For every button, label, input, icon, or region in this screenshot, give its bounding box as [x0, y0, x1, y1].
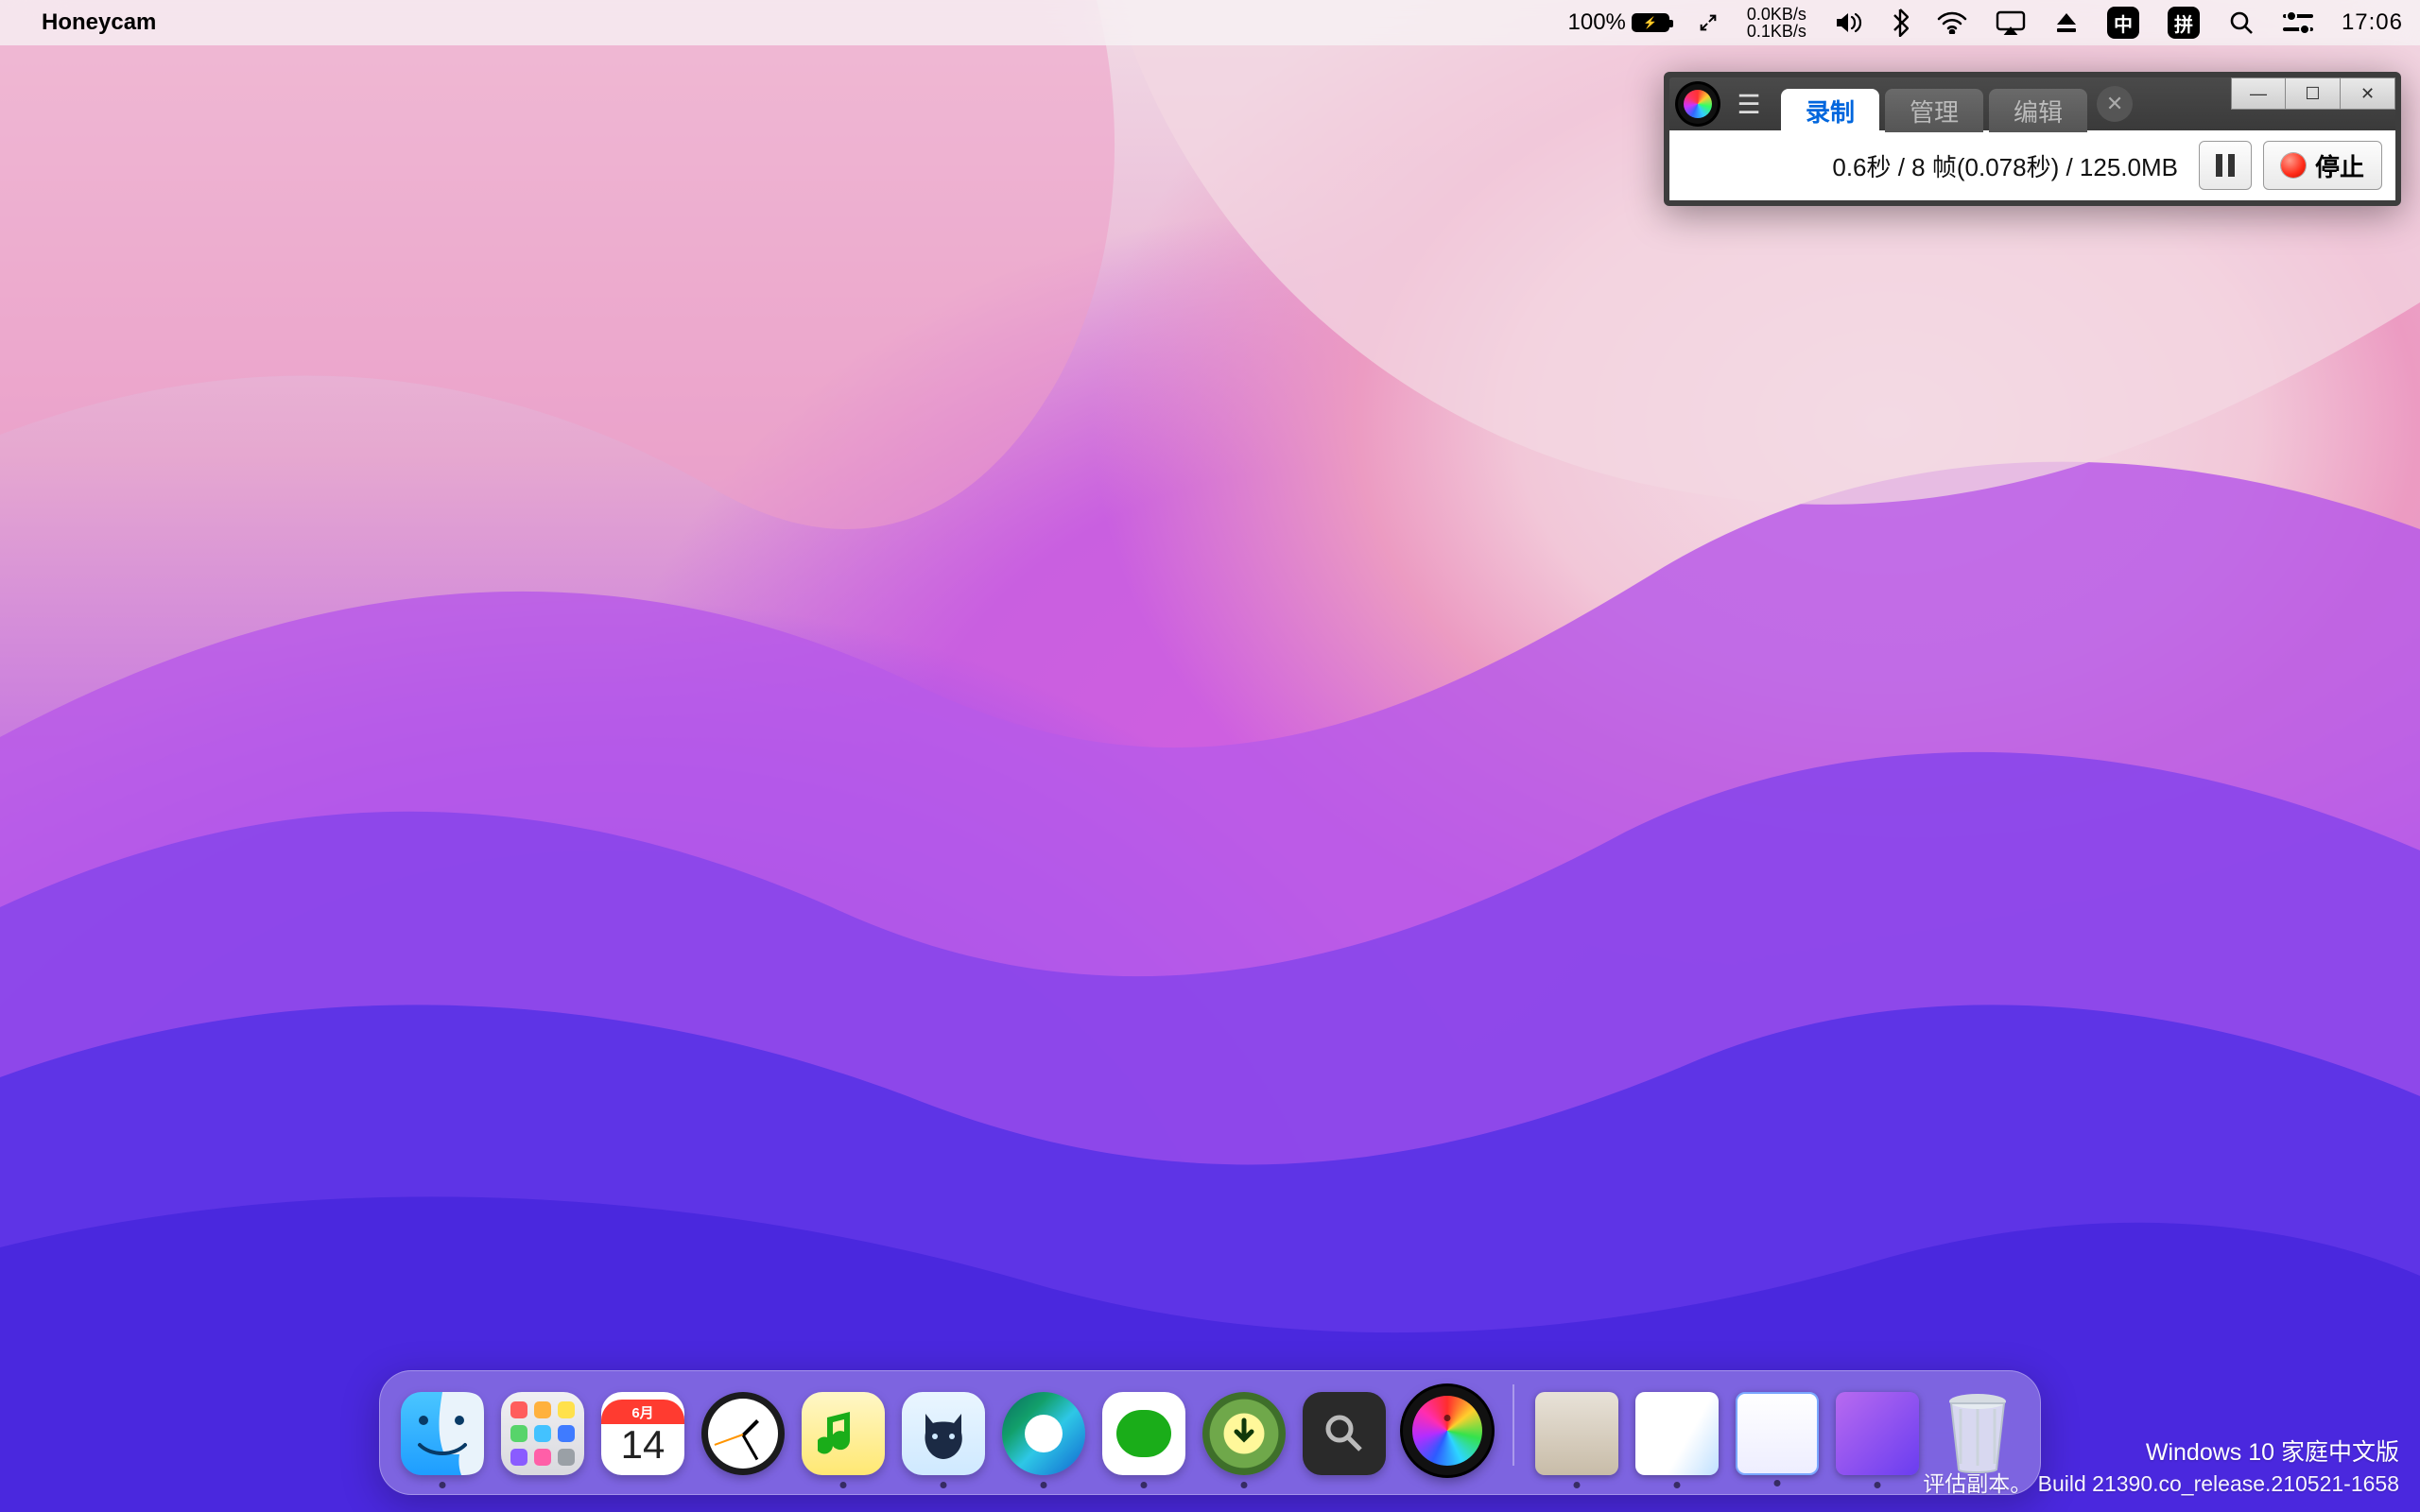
dock-launchpad[interactable]: [501, 1392, 584, 1475]
calendar-month-label: 6月: [601, 1400, 684, 1424]
dock-minimized-window-2[interactable]: [1635, 1392, 1719, 1475]
upload-speed: 0.0KB/s: [1747, 6, 1806, 23]
pause-icon: [2216, 154, 2235, 177]
dock-wechat[interactable]: [1102, 1392, 1185, 1475]
window-minimize-button[interactable]: —: [2231, 77, 2286, 110]
tab-edit[interactable]: 编辑: [1989, 89, 2087, 132]
dock-separator: [1512, 1384, 1514, 1466]
control-center-icon[interactable]: [2283, 12, 2313, 33]
dock-idm[interactable]: [1202, 1392, 1286, 1475]
input-method-pin[interactable]: 拼: [2168, 7, 2200, 39]
recording-status-text: 0.6秒 / 8 帧(0.078秒) / 125.0MB: [1683, 148, 2187, 183]
dock-honeycam[interactable]: [1403, 1386, 1492, 1475]
desktop-wallpaper: [0, 0, 2420, 1512]
input-method-zhong[interactable]: 中: [2107, 7, 2139, 39]
tab-close-button[interactable]: ✕: [2097, 86, 2133, 122]
menubar: Honeycam 100% ⚡ 0.0KB/s 0.1KB/s 中 拼: [0, 0, 2420, 45]
dock: 6月 14: [379, 1370, 2041, 1495]
active-app-name[interactable]: Honeycam: [42, 9, 156, 36]
record-dot-icon: [2281, 153, 2306, 178]
stop-button-label: 停止: [2315, 148, 2364, 183]
dock-spotlight[interactable]: [1303, 1392, 1386, 1475]
dock-calendar[interactable]: 6月 14: [601, 1392, 684, 1475]
eject-icon[interactable]: [2054, 10, 2079, 35]
honeycam-titlebar[interactable]: ☰ 录制 管理 编辑 ✕ — ☐ ✕: [1669, 77, 2395, 130]
fullscreen-icon[interactable]: [1698, 12, 1719, 33]
dock-cat-app[interactable]: [902, 1392, 985, 1475]
honeycam-toolbar: 0.6秒 / 8 帧(0.078秒) / 125.0MB 停止: [1669, 130, 2395, 200]
dock-qqmusic[interactable]: [802, 1392, 885, 1475]
volume-icon[interactable]: [1835, 10, 1863, 35]
battery-icon: ⚡: [1632, 13, 1669, 32]
watermark-edition: Windows 10 家庭中文版: [1923, 1437, 2399, 1469]
watermark-build: 评估副本。 Build 21390.co_release.210521-1658: [1923, 1469, 2399, 1499]
battery-status[interactable]: 100% ⚡: [1568, 9, 1669, 36]
calendar-day-label: 14: [621, 1422, 666, 1468]
download-speed: 0.1KB/s: [1747, 23, 1806, 40]
bluetooth-icon[interactable]: [1892, 9, 1909, 37]
tab-record[interactable]: 录制: [1781, 89, 1879, 132]
windows-watermark: Windows 10 家庭中文版 评估副本。 Build 21390.co_re…: [1923, 1437, 2399, 1499]
network-speed[interactable]: 0.0KB/s 0.1KB/s: [1747, 6, 1806, 40]
pause-button[interactable]: [2199, 141, 2252, 190]
wifi-icon[interactable]: [1937, 11, 1967, 34]
dock-minimized-window-3[interactable]: [1736, 1392, 1819, 1475]
spotlight-search-icon[interactable]: [2228, 9, 2255, 36]
screen-mirroring-icon[interactable]: [1996, 10, 2026, 35]
dock-finder[interactable]: [401, 1392, 484, 1475]
honeycam-window[interactable]: ☰ 录制 管理 编辑 ✕ — ☐ ✕ 0.6秒 / 8 帧(0.078秒) / …: [1664, 72, 2401, 206]
honeycam-logo-icon: [1675, 81, 1720, 127]
dock-minimized-window-4[interactable]: [1836, 1392, 1919, 1475]
wechat-icon: [1116, 1410, 1171, 1457]
dock-clock[interactable]: [701, 1392, 785, 1475]
window-close-button[interactable]: ✕: [2341, 77, 2395, 110]
menubar-clock[interactable]: 17:06: [2342, 9, 2403, 36]
battery-percent-label: 100%: [1568, 9, 1626, 36]
honeycam-menu-button[interactable]: ☰: [1728, 83, 1770, 125]
clock-face-icon: [708, 1399, 778, 1469]
tab-manage[interactable]: 管理: [1885, 89, 1983, 132]
dock-edge-browser[interactable]: [1002, 1392, 1085, 1475]
dock-minimized-window-1[interactable]: [1535, 1392, 1618, 1475]
window-maximize-button[interactable]: ☐: [2286, 77, 2341, 110]
stop-button[interactable]: 停止: [2263, 141, 2382, 190]
